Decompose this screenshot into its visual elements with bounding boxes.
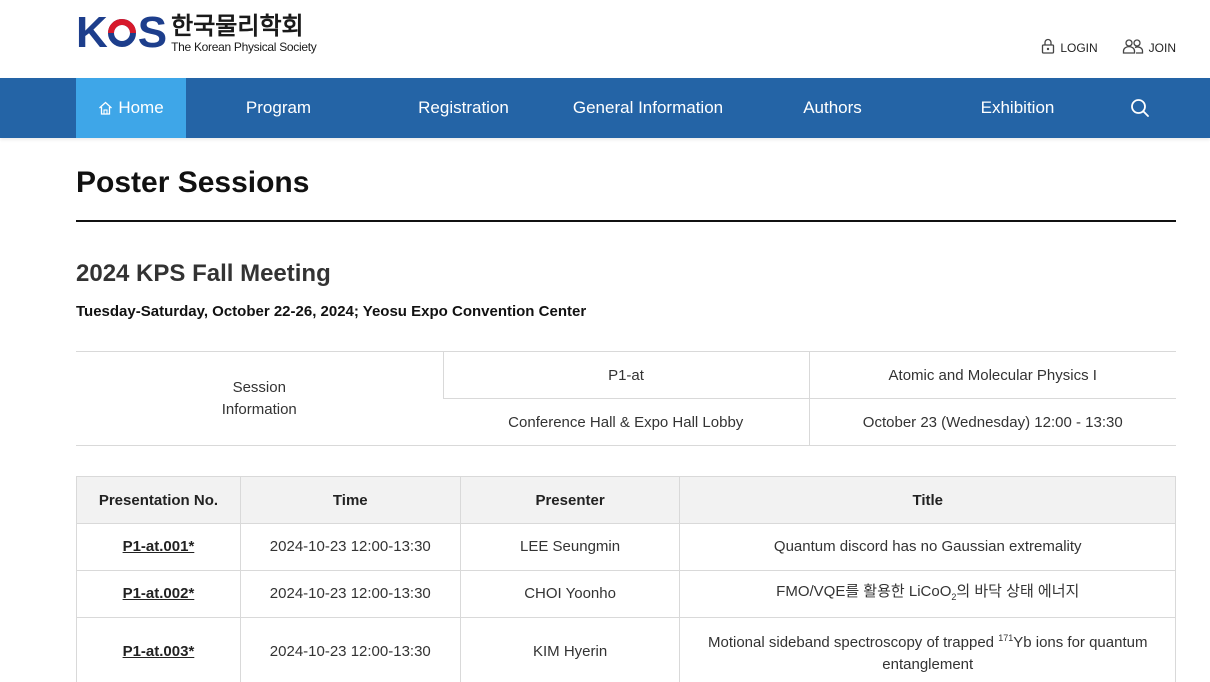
table-header-row: Presentation No. Time Presenter Title	[76, 476, 1176, 524]
nav-program-label: Program	[245, 98, 312, 117]
meeting-title: 2024 KPS Fall Meeting	[76, 260, 331, 287]
top-bar: K S 한국물리학회 The Korean Physical Society L…	[0, 0, 1210, 78]
nav-home-label: Home	[118, 98, 164, 117]
logo-text: 한국물리학회 The Korean Physical Society	[171, 12, 317, 54]
lock-icon	[1041, 38, 1055, 57]
nav-general-information[interactable]: General Information	[556, 78, 740, 138]
title-cell: Quantum discord has no Gaussian extremal…	[679, 523, 1176, 571]
logo-korean-name: 한국물리학회	[171, 12, 304, 40]
title-divider	[76, 220, 1176, 222]
nav-exhibition[interactable]: Exhibition	[925, 78, 1110, 138]
kps-logo-mark: K S	[76, 8, 167, 57]
session-info-label-line2: Information	[221, 400, 297, 418]
session-info-label: Session Information	[76, 351, 443, 446]
title-cell: FMO/VQE를 활용한 LiCoO2의 바닥 상태 에너지	[679, 570, 1176, 618]
time-cell: 2024-10-23 12:00-13:30	[239, 570, 461, 618]
logo-letter-k: K	[76, 8, 108, 57]
logo-english-name: The Korean Physical Society	[171, 40, 317, 54]
logo-letter-s: S	[137, 8, 167, 57]
presenter-cell: LEE Seungmin	[459, 523, 681, 571]
header-presentation-no: Presentation No.	[76, 476, 241, 524]
session-code: P1-at	[442, 351, 809, 399]
title-text: 의 바닥 상태 에너지	[956, 582, 1080, 600]
header-presenter: Presenter	[459, 476, 681, 524]
session-location: Conference Hall & Expo Hall Lobby	[443, 398, 809, 446]
nav-exhibition-label: Exhibition	[980, 98, 1055, 117]
table-row: P1-at.003* 2024-10-23 12:00-13:30 KIM Hy…	[76, 617, 1176, 682]
presentation-no-cell: P1-at.001*	[76, 523, 241, 571]
page-title: Poster Sessions	[76, 166, 310, 199]
session-info-label-line1: Session	[232, 378, 286, 396]
time-cell: 2024-10-23 12:00-13:30	[239, 523, 461, 571]
header-title: Title	[679, 476, 1176, 524]
presentations-table: Presentation No. Time Presenter Title P1…	[76, 476, 1176, 682]
utility-links: LOGIN JOIN	[1041, 38, 1176, 57]
session-name: Atomic and Molecular Physics I	[808, 351, 1176, 399]
nav-authors[interactable]: Authors	[740, 78, 925, 138]
nav-general-information-label: General Information	[572, 98, 724, 117]
users-icon	[1122, 38, 1144, 57]
meeting-subtitle: Tuesday-Saturday, October 22-26, 2024; Y…	[76, 303, 587, 320]
nav-registration-label: Registration	[418, 98, 509, 117]
session-info-table: Session Information P1-at Atomic and Mol…	[76, 351, 1176, 446]
title-text: FMO/VQE를 활용한 LiCoO	[776, 582, 952, 600]
home-icon	[98, 101, 113, 115]
nav-registration[interactable]: Registration	[371, 78, 556, 138]
session-time: October 23 (Wednesday) 12:00 - 13:30	[808, 398, 1176, 446]
title-text: Motional sideband spectroscopy of trappe…	[708, 634, 999, 651]
time-cell: 2024-10-23 12:00-13:30	[239, 617, 461, 682]
presentation-link[interactable]: P1-at.002*	[123, 585, 195, 602]
table-row: P1-at.001* 2024-10-23 12:00-13:30 LEE Se…	[76, 523, 1176, 571]
kps-logo[interactable]: K S 한국물리학회 The Korean Physical Society	[76, 8, 317, 57]
presenter-cell: CHOI Yoonho	[459, 570, 681, 618]
nav-home[interactable]: Home	[76, 78, 186, 138]
presentation-no-cell: P1-at.003*	[76, 617, 241, 682]
title-cell: Motional sideband spectroscopy of trappe…	[679, 617, 1176, 682]
join-label: JOIN	[1148, 40, 1176, 55]
taeguk-icon	[107, 18, 137, 48]
login-label: LOGIN	[1060, 40, 1098, 55]
presenter-cell: KIM Hyerin	[459, 617, 681, 682]
presentation-no-cell: P1-at.002*	[76, 570, 241, 618]
main-nav: Home Program Registration General Inform…	[0, 78, 1210, 138]
presentation-link[interactable]: P1-at.003*	[123, 643, 195, 660]
join-link[interactable]: JOIN	[1122, 38, 1176, 57]
login-link[interactable]: LOGIN	[1041, 38, 1098, 57]
header-time: Time	[239, 476, 461, 524]
table-row: P1-at.002* 2024-10-23 12:00-13:30 CHOI Y…	[76, 570, 1176, 618]
title-superscript: 171	[998, 633, 1014, 643]
nav-authors-label: Authors	[803, 98, 862, 117]
presentation-link[interactable]: P1-at.001*	[123, 538, 195, 555]
nav-program[interactable]: Program	[186, 78, 371, 138]
search-icon[interactable]	[1128, 96, 1152, 120]
